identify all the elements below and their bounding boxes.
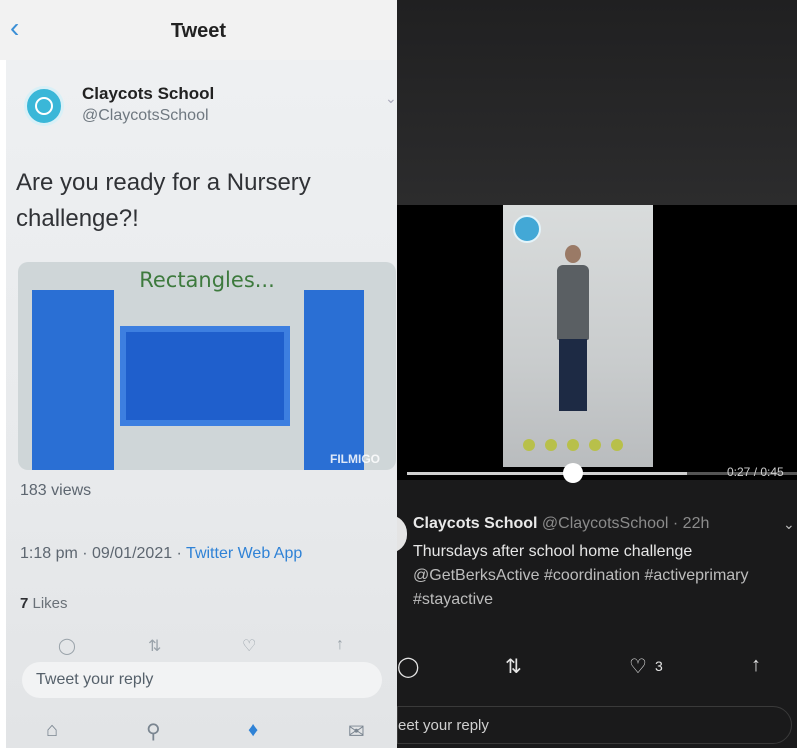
likes-label: Likes <box>28 595 68 612</box>
tweet-timestamp: 1:18 pm · 09/01/2021 · Twitter Web App <box>20 545 302 563</box>
person-head <box>565 245 581 263</box>
view-count: 183 views <box>20 482 92 499</box>
floor-markers <box>523 439 633 451</box>
home-icon[interactable]: ⌂ <box>46 719 58 742</box>
dark-video-screen: 0:27 / 0:45 Claycots School @ClaycotsSch… <box>397 0 797 748</box>
account-name[interactable]: Claycots School <box>82 84 214 104</box>
chevron-down-icon[interactable]: ⌄ <box>385 90 397 107</box>
source-app-link[interactable]: Twitter Web App <box>186 545 302 562</box>
reply-input[interactable]: eet your reply <box>397 706 792 744</box>
tweet-actions: ◯ ⇅ ♡ ↑ <box>0 636 397 656</box>
reply-input[interactable]: Tweet your reply <box>22 662 382 698</box>
notifications-bell-icon[interactable]: ♦ <box>248 719 258 742</box>
blue-rectangle-right <box>304 290 364 470</box>
tweet-media-image[interactable]: Rectangles... FILMIGO <box>18 262 396 470</box>
video-frame[interactable] <box>503 205 653 467</box>
tweet-text: Are you ready for a Nursery challenge?! <box>16 169 311 232</box>
share-icon[interactable]: ↑ <box>751 654 761 677</box>
dark-header-area <box>397 0 797 205</box>
person-legs <box>559 339 587 411</box>
account-handle[interactable]: @ClaycotsSchool <box>82 107 209 125</box>
author-meta: @ClaycotsSchool · 22h <box>537 515 710 532</box>
search-icon[interactable]: ⚲ <box>146 719 161 744</box>
tab-bar: ⌂ ⚲ ♦ ✉ <box>0 715 397 748</box>
tweet-author-line[interactable]: Claycots School @ClaycotsSchool · 22h <box>413 515 793 533</box>
like-count: 3 <box>655 658 663 674</box>
tweet-text: Thursdays after school home challenge <box>413 543 693 560</box>
progress-knob[interactable] <box>563 463 583 483</box>
messages-icon[interactable]: ✉ <box>348 719 365 744</box>
like-icon[interactable]: ♡ <box>242 636 256 656</box>
retweet-icon[interactable]: ⇅ <box>148 636 161 656</box>
retweet-icon[interactable]: ⇅ <box>505 654 522 679</box>
blue-rectangle-center <box>120 326 290 426</box>
progress-track-played[interactable] <box>407 472 687 475</box>
reply-icon[interactable]: ◯ <box>58 636 76 656</box>
school-logo-icon <box>513 215 541 243</box>
tweet-body: Thursdays after school home challenge @G… <box>413 540 783 612</box>
likes-count[interactable]: 7 Likes <box>20 595 68 612</box>
page-title: Tweet <box>170 20 227 42</box>
person-body <box>557 265 589 340</box>
avatar[interactable] <box>24 86 64 126</box>
blue-rectangle-left <box>32 290 114 470</box>
author-name: Claycots School <box>413 515 538 532</box>
tweet-actions: ◯ ⇅ ♡ 3 ↑ <box>397 654 797 680</box>
chevron-down-icon[interactable]: ⌄ <box>783 516 795 533</box>
reply-icon[interactable]: ◯ <box>397 654 419 679</box>
time-date: 1:18 pm · 09/01/2021 · <box>20 545 187 562</box>
avatar[interactable] <box>397 515 407 553</box>
video-time: 0:27 / 0:45 <box>727 465 784 479</box>
media-watermark: FILMIGO <box>330 452 380 466</box>
tweet-tags[interactable]: @GetBerksActive #coordination #activepri… <box>413 564 783 612</box>
light-tweet-screen: ‹ Tweet Claycots School @ClaycotsSchool … <box>0 0 397 748</box>
share-icon[interactable]: ↑ <box>336 636 344 654</box>
media-caption: Rectangles... <box>139 268 275 292</box>
like-icon[interactable]: ♡ <box>629 654 647 679</box>
